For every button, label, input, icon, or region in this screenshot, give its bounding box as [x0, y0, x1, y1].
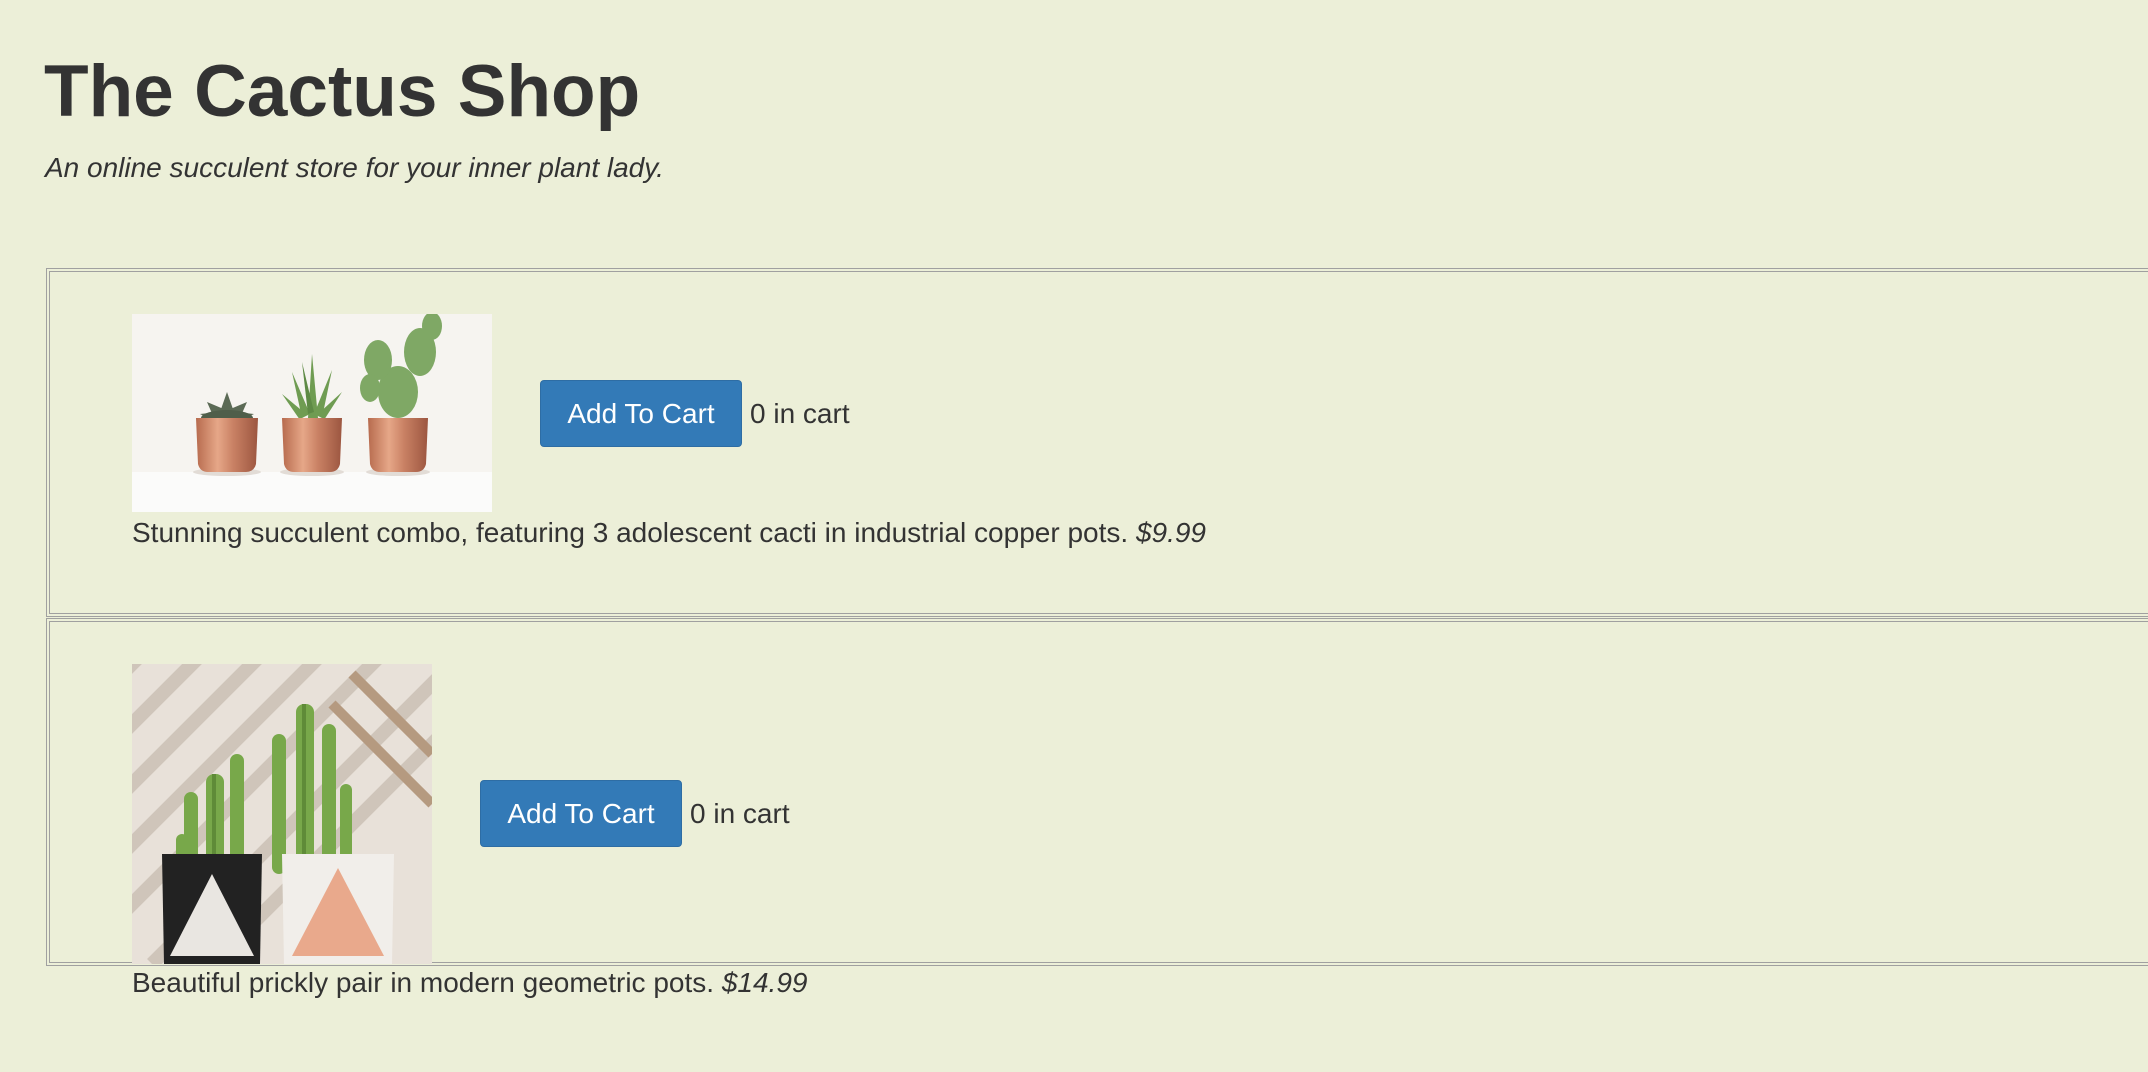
- product-description: Beautiful prickly pair in modern geometr…: [132, 966, 807, 1000]
- product-price: $14.99: [721, 967, 808, 998]
- cart-count: 0 in cart: [690, 797, 790, 829]
- product-list: Add To Cart 0 in cart Stunning succulent…: [46, 268, 2148, 998]
- cart-count: 0 in cart: [750, 397, 850, 429]
- page-title: The Cactus Shop: [44, 51, 641, 132]
- product-description: Stunning succulent combo, featuring 3 ad…: [132, 516, 1206, 550]
- cart-controls: Add To Cart 0 in cart: [540, 380, 850, 447]
- add-to-cart-button[interactable]: Add To Cart: [540, 380, 742, 447]
- add-to-cart-button[interactable]: Add To Cart: [480, 780, 682, 847]
- product-description-text: Stunning succulent combo, featuring 3 ad…: [132, 517, 1129, 548]
- tagline: An online succulent store for your inner…: [45, 152, 664, 183]
- product-price: $9.99: [1135, 517, 1207, 548]
- product-card: Add To Cart 0 in cart Stunning succulent…: [46, 268, 2148, 617]
- product-description-text: Beautiful prickly pair in modern geometr…: [132, 967, 715, 998]
- product-card: Add To Cart 0 in cart Beautiful prickly …: [46, 618, 2148, 998]
- cart-controls: Add To Cart 0 in cart: [480, 780, 790, 847]
- three-cacti-copper-pots-image: [132, 314, 492, 512]
- prickly-pair-geometric-pots-image: [132, 664, 432, 964]
